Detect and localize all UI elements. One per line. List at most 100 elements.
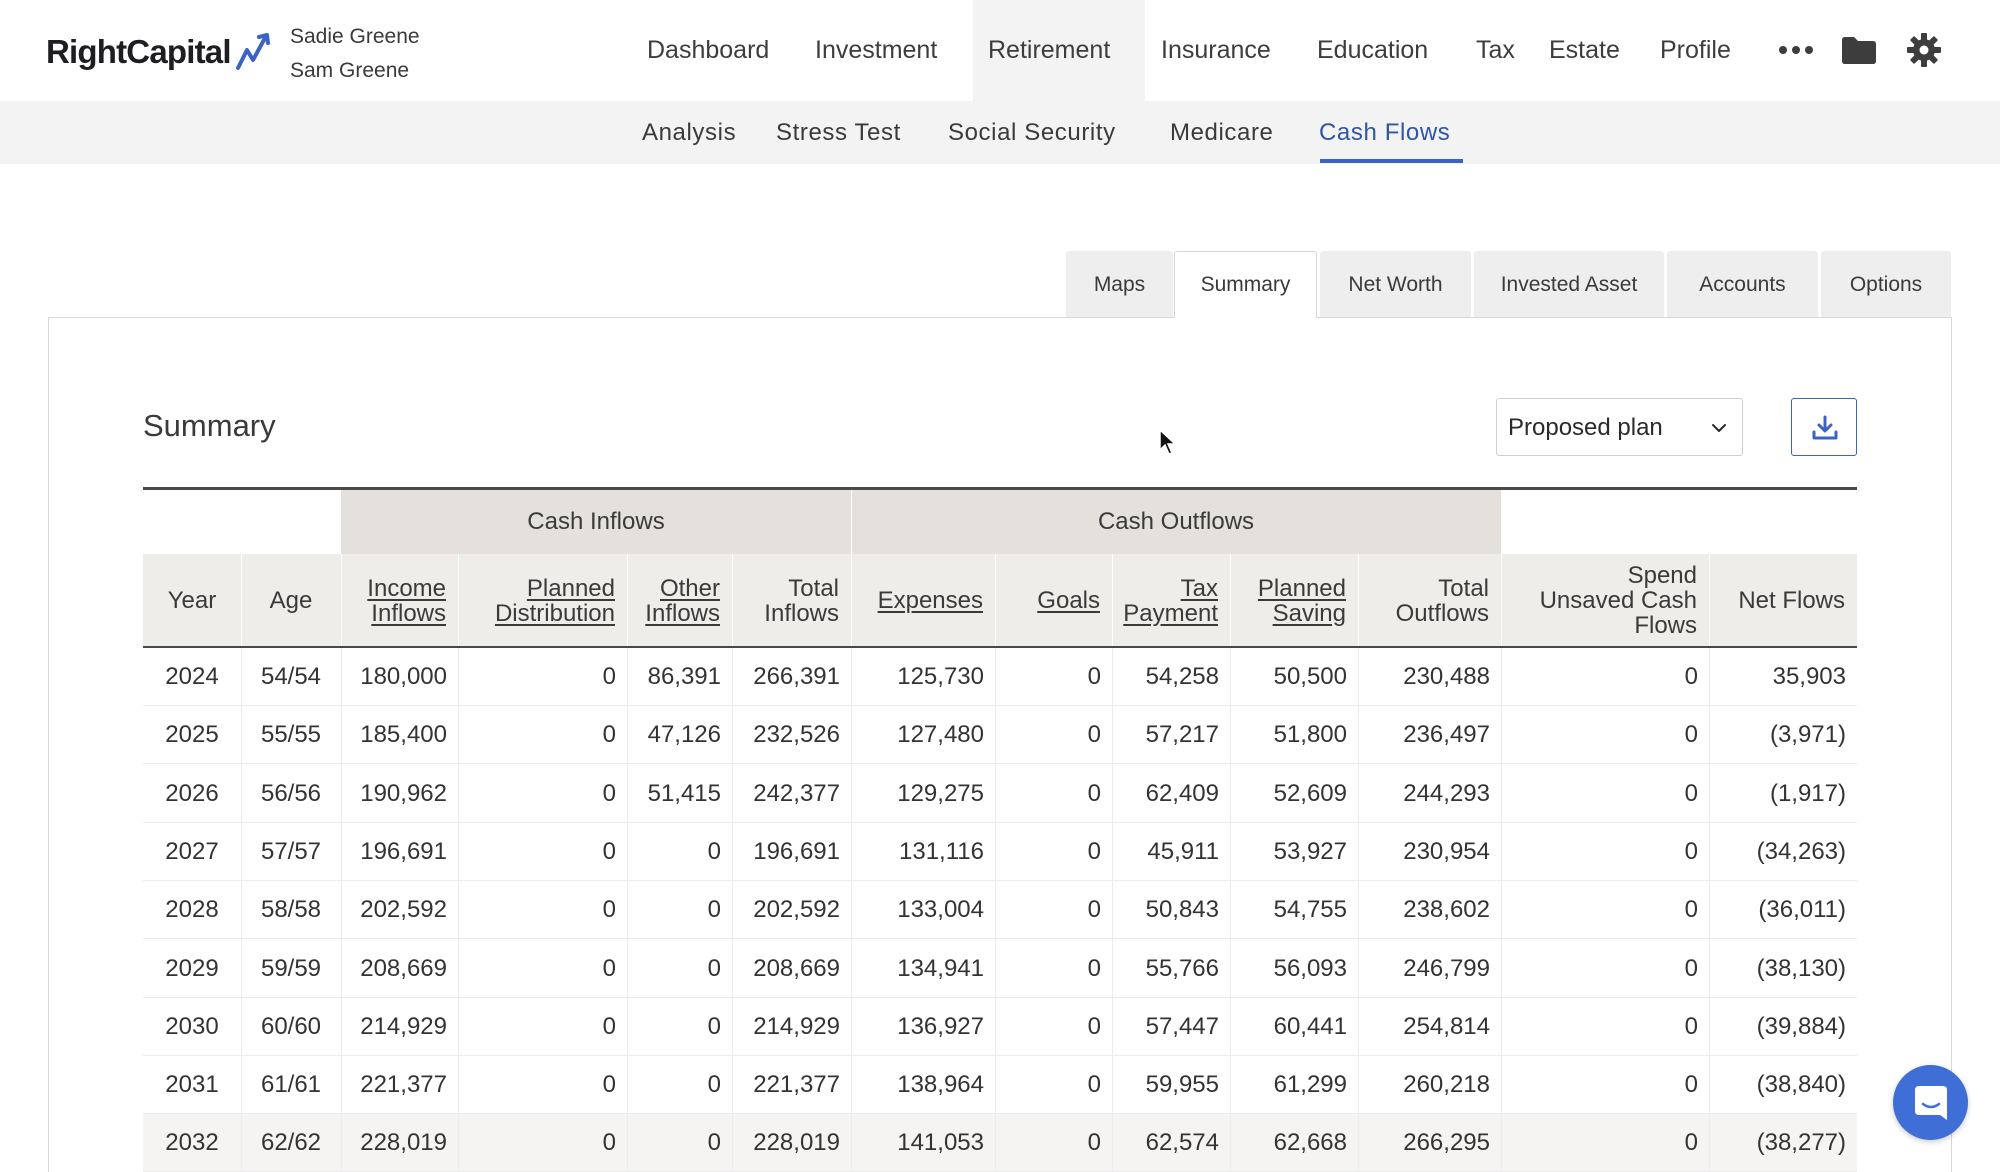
tab-options[interactable]: Options bbox=[1821, 251, 1951, 317]
column-divider bbox=[627, 648, 628, 1172]
table-row: 2032 62/62 228,019 0 0 228,019 141,053 0 62,574 6… bbox=[143, 1114, 1857, 1172]
subnav-stress-test[interactable]: Stress Test bbox=[776, 101, 901, 164]
cell-spend-unsaved: 0 bbox=[1684, 954, 1698, 982]
cell-goals: 0 bbox=[1087, 837, 1101, 865]
cell-other-inflows: 0 bbox=[707, 837, 721, 865]
cell-tax-payment: 54,258 bbox=[1145, 663, 1219, 690]
col-header-age-label: Age bbox=[269, 587, 313, 614]
cell-income-inflows: 185,400 bbox=[360, 721, 447, 749]
column-divider bbox=[1230, 648, 1231, 1172]
plan-select[interactable]: Proposed plan bbox=[1496, 398, 1743, 456]
nav-investment[interactable]: Investment bbox=[815, 0, 937, 101]
cell-tax-payment: 45,911 bbox=[1147, 837, 1219, 865]
subnav-medicare[interactable]: Medicare bbox=[1170, 101, 1274, 164]
cell-planned-saving: 51,800 bbox=[1273, 721, 1347, 749]
download-icon bbox=[1812, 415, 1838, 440]
tab-net-worth[interactable]: Net Worth bbox=[1320, 251, 1471, 317]
col-header-total-inflows-line1: Total bbox=[788, 574, 839, 602]
cell-total-outflows: 260,218 bbox=[1403, 1071, 1490, 1099]
chat-button[interactable] bbox=[1893, 1065, 1968, 1140]
cell-other-inflows: 0 bbox=[707, 896, 721, 924]
col-separator bbox=[732, 554, 733, 647]
cell-expenses: 136,927 bbox=[897, 1012, 984, 1040]
cell-goals: 0 bbox=[1087, 1012, 1101, 1040]
cell-other-inflows: 47,126 bbox=[647, 721, 721, 749]
download-button[interactable] bbox=[1791, 398, 1857, 456]
cell-goals: 0 bbox=[1087, 1129, 1101, 1157]
logo-arrow-icon bbox=[235, 33, 270, 70]
cell-spend-unsaved: 0 bbox=[1684, 896, 1698, 924]
cell-spend-unsaved: 0 bbox=[1684, 1012, 1698, 1040]
cell-expenses: 141,053 bbox=[897, 1129, 984, 1157]
col-header-tax-payment[interactable]: Tax Payment bbox=[1112, 554, 1230, 647]
cell-tax-payment: 62,409 bbox=[1145, 779, 1219, 807]
col-header-income-inflows-line2: Inflows bbox=[371, 599, 446, 627]
client-names[interactable]: Sadie Greene Sam Greene bbox=[290, 20, 420, 88]
table-row: 2025 55/55 185,400 0 47,126 232,526 127,480 0 57… bbox=[143, 706, 1857, 765]
cell-total-outflows: 230,954 bbox=[1403, 837, 1490, 865]
group-header-cash-inflows: Cash Inflows bbox=[341, 490, 851, 554]
column-divider bbox=[732, 648, 733, 1172]
col-separator bbox=[1709, 554, 1710, 647]
nav-estate[interactable]: Estate bbox=[1549, 0, 1620, 101]
col-header-year-label: Year bbox=[167, 587, 217, 614]
cell-year: 2026 bbox=[165, 779, 219, 807]
col-header-spend-unsaved-line1: Spend bbox=[1627, 562, 1697, 589]
gear-icon[interactable] bbox=[1906, 32, 1942, 68]
col-header-net-flows-label: Net Flows bbox=[1738, 587, 1845, 614]
cell-age: 62/62 bbox=[260, 1129, 322, 1157]
nav-insurance[interactable]: Insurance bbox=[1161, 0, 1271, 101]
col-separator bbox=[241, 554, 242, 647]
cell-other-inflows: 0 bbox=[707, 1071, 721, 1099]
table-row: 2028 58/58 202,592 0 0 202,592 133,004 0 50,843 5… bbox=[143, 881, 1857, 940]
cell-total-outflows: 238,602 bbox=[1403, 896, 1490, 924]
col-header-income-inflows[interactable]: Income Inflows bbox=[341, 554, 458, 647]
cell-total-inflows: 196,691 bbox=[753, 837, 840, 865]
subnav-social-security[interactable]: Social Security bbox=[948, 101, 1116, 164]
nav-retirement[interactable]: Retirement bbox=[988, 0, 1110, 101]
col-header-expenses[interactable]: Expenses bbox=[851, 554, 995, 647]
tab-maps[interactable]: Maps bbox=[1066, 251, 1173, 317]
column-divider bbox=[995, 648, 996, 1172]
cell-spend-unsaved: 0 bbox=[1684, 663, 1698, 690]
cell-net-flows: (3,971) bbox=[1769, 721, 1846, 749]
subnav-analysis[interactable]: Analysis bbox=[642, 101, 736, 164]
cell-spend-unsaved: 0 bbox=[1684, 837, 1698, 865]
cell-age: 57/57 bbox=[260, 837, 322, 865]
subnav-cash-flows[interactable]: Cash Flows bbox=[1319, 101, 1450, 164]
cell-age: 60/60 bbox=[260, 1012, 322, 1040]
rightcapital-logo[interactable]: RightCapital bbox=[46, 28, 277, 76]
tab-summary[interactable]: Summary bbox=[1174, 251, 1317, 318]
col-header-planned-distribution[interactable]: Planned Distribution bbox=[458, 554, 627, 647]
cell-planned-distribution: 0 bbox=[602, 1129, 616, 1157]
cell-net-flows: 35,903 bbox=[1772, 663, 1846, 690]
table-row: 2024 54/54 180,000 0 86,391 266,391 125,730 0 54… bbox=[143, 648, 1857, 706]
cell-total-inflows: 232,526 bbox=[753, 721, 840, 749]
folder-icon[interactable] bbox=[1840, 34, 1878, 66]
cell-planned-saving: 56,093 bbox=[1273, 954, 1347, 982]
col-header-planned-saving[interactable]: Planned Saving bbox=[1230, 554, 1358, 647]
nav-tax[interactable]: Tax bbox=[1476, 0, 1515, 101]
nav-profile[interactable]: Profile bbox=[1660, 0, 1731, 101]
cell-year: 2030 bbox=[165, 1012, 219, 1040]
client-secondary-name: Sam Greene bbox=[290, 59, 410, 82]
nav-education[interactable]: Education bbox=[1317, 0, 1428, 101]
tab-invested-asset[interactable]: Invested Asset bbox=[1474, 251, 1664, 317]
col-header-planned-distribution-line1: Planned bbox=[526, 574, 615, 602]
nav-dashboard[interactable]: Dashboard bbox=[647, 0, 769, 101]
cell-goals: 0 bbox=[1087, 896, 1101, 924]
more-horizontal-icon[interactable] bbox=[1776, 36, 1816, 64]
chevron-down-icon bbox=[1712, 424, 1726, 432]
cell-goals: 0 bbox=[1087, 954, 1101, 982]
column-divider bbox=[341, 648, 342, 1172]
top-header: RightCapital Sadie Greene Sam Greene Das… bbox=[0, 0, 2000, 101]
summary-title: Summary bbox=[143, 408, 276, 443]
table-row: 2031 61/61 221,377 0 0 221,377 138,964 0 59,955 6… bbox=[143, 1056, 1857, 1115]
tab-accounts[interactable]: Accounts bbox=[1667, 251, 1818, 317]
cell-tax-payment: 57,447 bbox=[1145, 1012, 1219, 1040]
cell-tax-payment: 59,955 bbox=[1145, 1071, 1219, 1099]
column-divider bbox=[458, 648, 459, 1172]
col-header-total-outflows: Total Outflows bbox=[1358, 554, 1501, 647]
col-header-goals[interactable]: Goals bbox=[995, 554, 1112, 647]
col-header-other-inflows[interactable]: Other Inflows bbox=[627, 554, 732, 647]
